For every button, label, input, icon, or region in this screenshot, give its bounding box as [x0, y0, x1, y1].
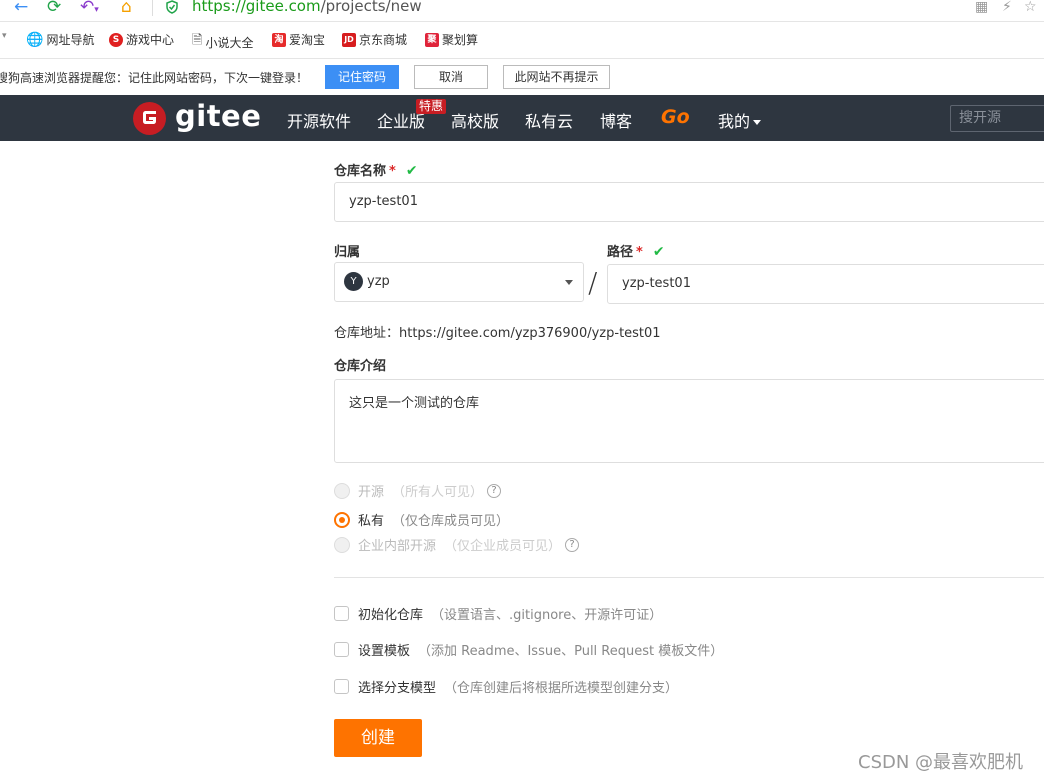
toolbar-divider — [152, 0, 153, 16]
browser-toolbar: ← ⟳ ↶▾ ⌂ https://gitee.com/projects/new … — [0, 0, 1044, 22]
required-mark: * — [636, 245, 643, 260]
bookmark-label: 网址导航 — [46, 33, 95, 47]
back-arrow-icon[interactable]: ← — [14, 0, 28, 16]
repo-address: 仓库地址：https://gitee.com/yzp376900/yzp-tes… — [334, 326, 661, 341]
check-icon: ✔ — [405, 163, 418, 179]
owner-select[interactable]: Yyzp — [334, 262, 584, 302]
gitee-g-icon — [143, 111, 156, 124]
search-input[interactable]: 搜开源 — [950, 105, 1044, 132]
juhuasuan-icon: 聚 — [425, 32, 439, 47]
visibility-label: 企业内部开源 — [358, 539, 437, 554]
option-note: （仓库创建后将根据所选模型创建分支） — [444, 681, 679, 696]
radio-button[interactable] — [334, 482, 350, 499]
visibility-label: 私有 — [358, 514, 385, 529]
visibility-note: （所有人可见） — [392, 485, 484, 500]
chevron-down-icon — [753, 120, 762, 125]
radio-button-selected[interactable] — [334, 511, 350, 528]
bookmark-jd[interactable]: JD 京东商城 — [342, 31, 407, 48]
visibility-note: （仅企业成员可见） — [444, 539, 562, 554]
password-prompt-text: 搜狗高速浏览器提醒您：记住此网站密码，下次一键登录！ — [0, 71, 309, 85]
option-label: 初始化仓库 — [358, 608, 424, 623]
visibility-public[interactable]: 开源 （所有人可见） ? — [334, 481, 502, 500]
bookmark-label: 聚划算 — [442, 33, 479, 47]
bookmark-label: 京东商城 — [359, 33, 408, 47]
bookmark-label: 小说大全 — [205, 35, 254, 50]
help-icon[interactable]: ? — [487, 483, 502, 498]
dropdown-caret-icon — [565, 280, 573, 285]
nav-go[interactable]: Go — [661, 106, 690, 128]
repo-name-label: 仓库名称 * ✔ — [334, 160, 418, 179]
secure-shield-icon — [166, 0, 178, 14]
nav-mine-label: 我的 — [718, 112, 751, 131]
nav-mine[interactable]: 我的 — [718, 108, 762, 132]
promo-badge: 特惠 — [416, 99, 447, 114]
option-init-repo[interactable]: 初始化仓库 （设置语言、.gitignore、开源许可证） — [334, 604, 662, 623]
qr-code-icon[interactable]: ▦ — [975, 0, 988, 15]
nav-open-source[interactable]: 开源软件 — [287, 108, 351, 132]
url-field[interactable]: https://gitee.com/projects/new — [192, 0, 422, 15]
document-icon: 🗎 — [192, 33, 203, 48]
taobao-icon: 淘 — [272, 32, 286, 47]
url-host: https://gitee.com — [192, 0, 321, 15]
owner-value: yzp — [367, 274, 390, 289]
watermark: CSDN @最喜欢肥机 — [858, 752, 1024, 773]
option-note: （设置语言、.gitignore、开源许可证） — [431, 608, 663, 623]
avatar: Y — [344, 272, 363, 291]
option-note: （添加 Readme、Issue、Pull Request 模板文件） — [418, 644, 724, 659]
required-mark: * — [389, 164, 396, 179]
refresh-icon[interactable]: ⟳ — [47, 0, 61, 16]
owner-label: 归属 — [334, 245, 361, 260]
path-separator: / — [588, 266, 598, 299]
cancel-button[interactable]: 取消 — [414, 65, 488, 89]
bookmark-juhuasuan[interactable]: 聚聚划算 — [425, 31, 478, 48]
bookmark-label: 游戏中心 — [126, 33, 175, 47]
checkbox[interactable] — [334, 642, 349, 657]
description-textarea[interactable]: 这只是一个测试的仓库 — [334, 379, 1044, 463]
option-template[interactable]: 设置模板 （添加 Readme、Issue、Pull Request 模板文件） — [334, 640, 723, 659]
description-label: 仓库介绍 — [334, 359, 387, 374]
divider — [334, 577, 1044, 578]
remember-password-button[interactable]: 记住密码 — [325, 65, 399, 89]
bookmark-label: 爱淘宝 — [289, 33, 326, 47]
star-icon[interactable]: ☆ — [1024, 0, 1037, 15]
gitee-logo-text[interactable]: gitee — [175, 99, 261, 133]
visibility-enterprise[interactable]: 企业内部开源 （仅企业成员可见） ? — [334, 535, 580, 554]
home-icon[interactable]: ⌂ — [121, 0, 132, 16]
undo-icon[interactable]: ↶▾ — [80, 0, 99, 16]
gitee-header: gitee 开源软件 企业版 特惠 高校版 私有云 博客 Go 我的 搜开源 — [0, 95, 1044, 141]
bookmarks-dropdown-icon[interactable]: ▾ — [2, 31, 7, 41]
game-center-icon: S — [109, 32, 123, 47]
bookmark-novels[interactable]: 🗎 小说大全 — [192, 31, 253, 53]
check-icon: ✔ — [652, 244, 665, 260]
help-icon[interactable]: ? — [565, 537, 580, 552]
bookmark-aitaobao[interactable]: 淘爱淘宝 — [272, 31, 325, 48]
never-prompt-button[interactable]: 此网站不再提示 — [503, 65, 610, 89]
repo-name-label-text: 仓库名称 — [334, 164, 387, 179]
repo-name-input[interactable]: yzp-test01 — [334, 182, 1044, 222]
bookmarks-bar: ▾ 🌐 网址导航 S 游戏中心 🗎 小说大全 淘爱淘宝 JD 京东商城 聚聚划算 — [0, 28, 1044, 52]
bookmark-web-nav[interactable]: 🌐 网址导航 — [26, 31, 94, 48]
option-label: 设置模板 — [358, 644, 411, 659]
jd-icon: JD — [342, 32, 356, 47]
checkbox[interactable] — [334, 679, 349, 694]
path-input[interactable]: yzp-test01 — [607, 264, 1044, 304]
checkbox[interactable] — [334, 606, 349, 621]
nav-university[interactable]: 高校版 — [451, 108, 499, 132]
create-button[interactable]: 创建 — [334, 719, 422, 757]
visibility-note: （仅仓库成员可见） — [392, 514, 510, 529]
password-prompt-bar: 搜狗高速浏览器提醒您：记住此网站密码，下次一键登录！ 记住密码 取消 此网站不再… — [0, 58, 1044, 94]
nav-private-cloud[interactable]: 私有云 — [525, 108, 573, 132]
lightning-icon[interactable]: ⚡ — [1002, 0, 1012, 15]
visibility-private[interactable]: 私有 （仅仓库成员可见） — [334, 510, 509, 529]
visibility-label: 开源 — [358, 485, 385, 500]
option-branch-model[interactable]: 选择分支模型 （仓库创建后将根据所选模型创建分支） — [334, 677, 678, 696]
url-path: /projects/new — [320, 0, 422, 15]
path-label: 路径 * ✔ — [607, 241, 665, 260]
bookmark-game-center[interactable]: S 游戏中心 — [109, 31, 174, 48]
nav-blog[interactable]: 博客 — [600, 108, 632, 132]
path-label-text: 路径 — [607, 245, 634, 260]
globe-icon: 🌐 — [26, 31, 44, 48]
radio-button[interactable] — [334, 536, 350, 553]
option-label: 选择分支模型 — [358, 681, 437, 696]
